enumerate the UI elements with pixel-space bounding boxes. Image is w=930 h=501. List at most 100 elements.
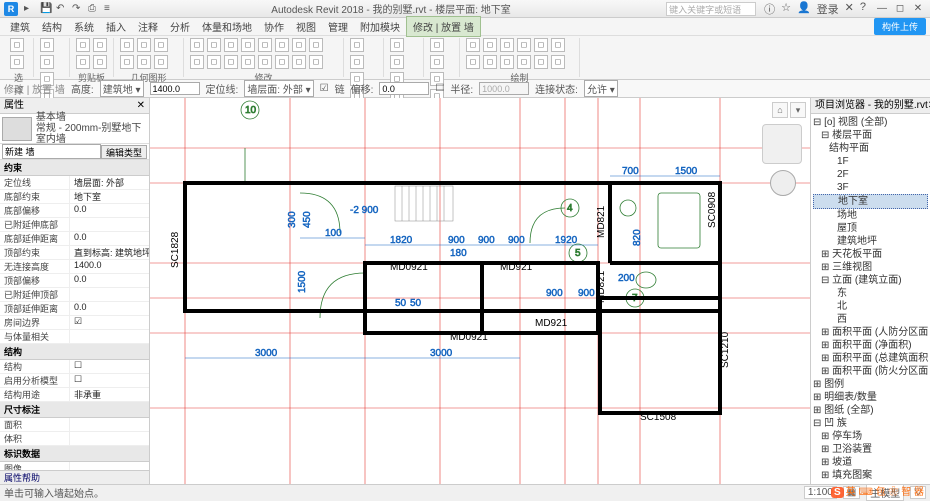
qat-open-icon[interactable]: ▸ — [24, 3, 36, 15]
ribbon-tool-icon[interactable]: ◻ — [466, 38, 480, 52]
tab-annot[interactable]: 注释 — [132, 17, 164, 36]
ribbon-tool-icon[interactable]: ◻ — [76, 55, 90, 69]
ribbon-tool-icon[interactable]: ◻ — [466, 55, 480, 69]
prop-row[interactable]: 体积 — [0, 432, 149, 446]
tab-collab[interactable]: 协作 — [258, 17, 290, 36]
prop-row[interactable]: 房间边界☑ — [0, 316, 149, 330]
tree-node[interactable]: ⊞ 填充图案 — [813, 469, 928, 482]
tree-node[interactable]: 结构平面 — [813, 142, 928, 155]
nav-dropdown-icon[interactable]: ▾ — [790, 102, 806, 118]
prop-value[interactable]: 非承重 — [70, 388, 149, 401]
opt-locline-select[interactable]: 墙层面: 外部 ▾ — [244, 80, 313, 97]
ribbon-tool-icon[interactable]: ◻ — [483, 55, 497, 69]
ribbon-tool-icon[interactable]: ◻ — [517, 55, 531, 69]
prop-row[interactable]: 结构用途非承重 — [0, 388, 149, 402]
opt-chain-checkbox[interactable]: ☑ — [320, 83, 329, 94]
ribbon-tool-icon[interactable]: ◻ — [154, 38, 168, 52]
tab-sys[interactable]: 系统 — [68, 17, 100, 36]
ribbon-tool-icon[interactable]: ◻ — [350, 38, 364, 52]
ribbon-tool-icon[interactable]: ◻ — [154, 55, 168, 69]
tab-addins[interactable]: 附加模块 — [354, 17, 406, 36]
ribbon-tool-icon[interactable]: ◻ — [430, 38, 444, 52]
prop-category[interactable]: 尺寸标注 — [0, 402, 149, 418]
nav-home-icon[interactable]: ⌂ — [772, 102, 788, 118]
properties-grid[interactable]: 约束定位线墙层面: 外部底部约束地下室底部偏移0.0已附延伸底部底部延伸距离0.… — [0, 160, 149, 470]
prop-row[interactable]: 启用分析模型☐ — [0, 374, 149, 388]
ribbon-tool-icon[interactable]: ◻ — [40, 55, 54, 69]
tree-node[interactable]: 场地 — [813, 209, 928, 222]
ribbon-tool-icon[interactable]: ◻ — [275, 38, 289, 52]
prop-row[interactable]: 无连接高度1400.0 — [0, 260, 149, 274]
ribbon-tool-icon[interactable]: ◻ — [258, 38, 272, 52]
prop-value[interactable]: ☐ — [70, 360, 149, 373]
opt-radius-checkbox[interactable]: ☐ — [435, 83, 444, 94]
properties-help-link[interactable]: 属性帮助 — [0, 470, 149, 484]
ribbon-tool-icon[interactable]: ◻ — [190, 55, 204, 69]
prop-value[interactable] — [70, 462, 149, 470]
prop-category[interactable]: 结构 — [0, 344, 149, 360]
infocenter-icon[interactable]: ⓘ — [764, 1, 775, 17]
nav-wheel[interactable] — [770, 170, 796, 196]
ribbon-tool-icon[interactable]: ◻ — [40, 38, 54, 52]
prop-category[interactable]: 标识数据 — [0, 446, 149, 462]
prop-row[interactable]: 已附延伸底部 — [0, 218, 149, 232]
ribbon-tool-icon[interactable]: ◻ — [350, 55, 364, 69]
ribbon-tool-icon[interactable]: ◻ — [137, 55, 151, 69]
ribbon-tool-icon[interactable]: ◻ — [224, 38, 238, 52]
tree-node[interactable]: ⊞ 图例 — [813, 378, 928, 391]
tree-node[interactable]: ⊟ 立面 (建筑立面) — [813, 274, 928, 287]
opt-height-input[interactable] — [150, 82, 200, 95]
maximize-button[interactable]: ◻ — [892, 3, 908, 14]
prop-value[interactable]: 1400.0 — [70, 260, 149, 273]
tree-node[interactable]: 屋顶 — [813, 222, 928, 235]
ribbon-tool-icon[interactable]: ◻ — [275, 55, 289, 69]
tree-node[interactable]: ⊞ 明细表/数量 — [813, 391, 928, 404]
opt-offset-input[interactable] — [379, 82, 429, 95]
prop-value[interactable]: 0.0 — [70, 302, 149, 315]
prop-value[interactable]: 墙层面: 外部 — [70, 176, 149, 189]
prop-value[interactable] — [70, 288, 149, 301]
qat-print-icon[interactable]: ⎙ — [88, 3, 100, 15]
ribbon-tool-icon[interactable]: ◻ — [224, 55, 238, 69]
ribbon-tool-icon[interactable]: ◻ — [93, 38, 107, 52]
ribbon-tool-icon[interactable]: ◻ — [551, 38, 565, 52]
tree-node[interactable]: 地下室 — [813, 194, 928, 209]
ribbon-tool-icon[interactable]: ◻ — [390, 55, 404, 69]
type-selector[interactable]: 基本墙 常规 - 200mm-别墅地下室内墙 — [0, 114, 149, 144]
star-icon[interactable]: ☆ — [781, 1, 791, 17]
prop-row[interactable]: 顶部约束直到标高: 建筑地坪 — [0, 246, 149, 260]
tree-node[interactable]: 2F — [813, 168, 928, 181]
user-icon[interactable]: 👤 — [797, 1, 811, 17]
tree-node[interactable]: ⊞ 面积平面 (人防分区面积) — [813, 326, 928, 339]
prop-value[interactable]: 地下室 — [70, 190, 149, 203]
ribbon-tool-icon[interactable]: ◻ — [551, 55, 565, 69]
prop-row[interactable]: 顶部偏移0.0 — [0, 274, 149, 288]
prop-row[interactable]: 面积 — [0, 418, 149, 432]
exchange-icon[interactable]: ✕ — [845, 1, 854, 17]
ribbon-tool-icon[interactable]: ◻ — [292, 38, 306, 52]
ribbon-tool-icon[interactable]: ◻ — [93, 55, 107, 69]
properties-close-icon[interactable]: ✕ — [137, 98, 145, 113]
tree-node[interactable]: 3F — [813, 181, 928, 194]
ribbon-tool-icon[interactable]: ◻ — [292, 55, 306, 69]
opt-height-select[interactable]: 建筑地 ▾ — [100, 80, 144, 97]
tab-view[interactable]: 视图 — [290, 17, 322, 36]
prop-row[interactable]: 底部延伸距离0.0 — [0, 232, 149, 246]
ribbon-tool-icon[interactable]: ◻ — [120, 55, 134, 69]
ribbon-tool-icon[interactable]: ◻ — [137, 38, 151, 52]
tree-node[interactable]: ⊞ 天花板平面 — [813, 248, 928, 261]
prop-value[interactable] — [70, 330, 149, 343]
drawing-canvas[interactable]: 4 5 7 10 — [150, 98, 810, 484]
opt-radius-input[interactable] — [479, 82, 529, 95]
ribbon-tool-icon[interactable]: ◻ — [207, 38, 221, 52]
ribbon-tool-icon[interactable]: ◻ — [258, 55, 272, 69]
tab-insert[interactable]: 插入 — [100, 17, 132, 36]
tree-node[interactable]: 1F — [813, 155, 928, 168]
ribbon-tool-icon[interactable]: ◻ — [120, 38, 134, 52]
qat-save-icon[interactable]: 💾 — [40, 3, 52, 15]
tree-node[interactable]: ⊞ 三维视图 — [813, 261, 928, 274]
prop-category[interactable]: 约束 — [0, 160, 149, 176]
tab-mass[interactable]: 体量和场地 — [196, 17, 258, 36]
ribbon-tool-icon[interactable]: ◻ — [10, 55, 24, 69]
prop-row[interactable]: 结构☐ — [0, 360, 149, 374]
